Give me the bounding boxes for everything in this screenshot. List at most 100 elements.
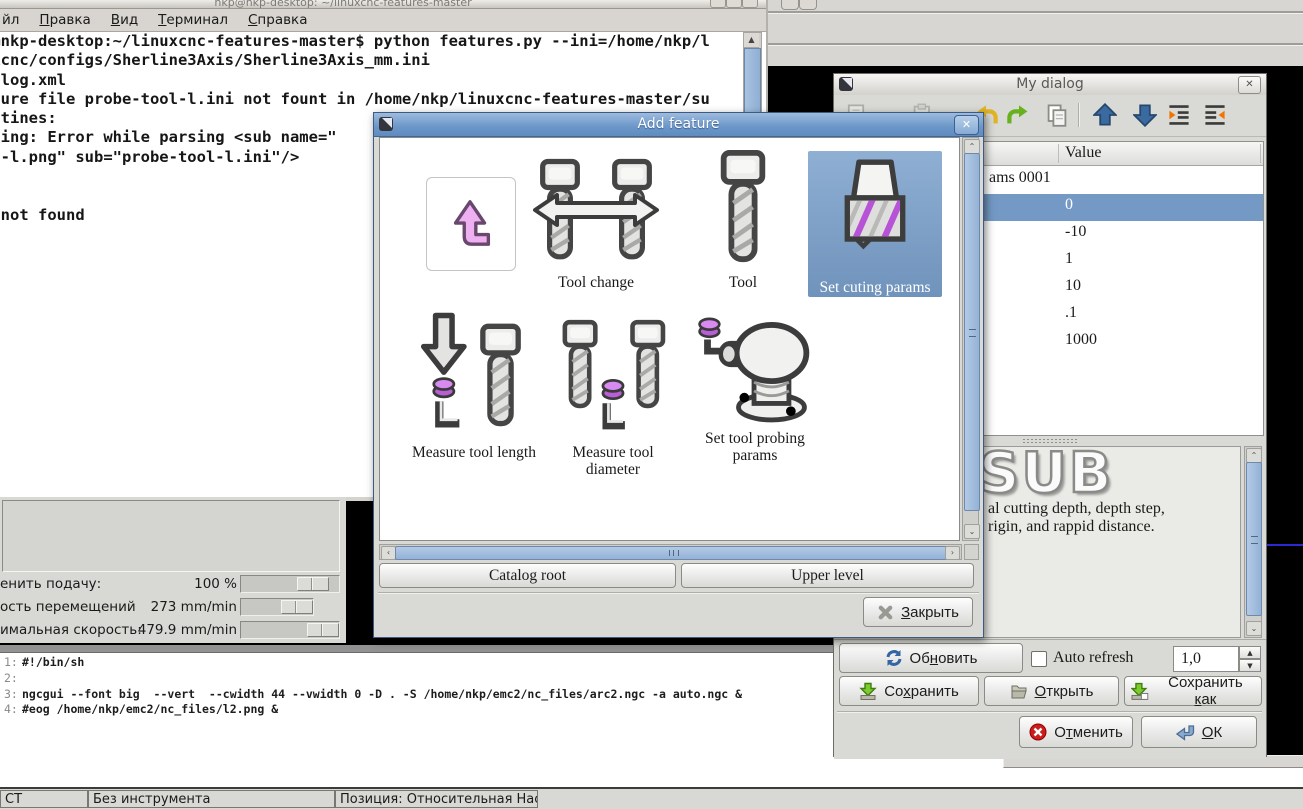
- splitter-grip-icon: [1022, 438, 1078, 443]
- dialog-separator: [378, 592, 979, 594]
- scroll-down-arrow-icon[interactable]: ⌄: [1246, 621, 1262, 636]
- measure-length-icon: [420, 312, 533, 428]
- max-velocity-slider[interactable]: [240, 621, 340, 639]
- catalog-root-button[interactable]: Catalog root: [379, 563, 676, 588]
- scroll-up-arrow-icon[interactable]: ▲: [744, 33, 759, 48]
- scroll-left-arrow-icon[interactable]: ‹: [381, 546, 396, 560]
- status-bar: СТ Без инструмента Позиция: Относительна…: [0, 787, 1303, 809]
- slider-thumb[interactable]: [297, 577, 329, 591]
- window-button[interactable]: [781, 0, 799, 10]
- scrollbar-thumb[interactable]: [395, 546, 948, 560]
- editor-line: 4: #eog /home/nkp/emc2/nc_files/l2.png &: [4, 702, 279, 717]
- ok-button[interactable]: ОК: [1141, 716, 1257, 748]
- feature-item-measure-tool-diameter[interactable]: Measure tool diameter: [548, 310, 678, 478]
- close-button[interactable]: [742, 0, 758, 8]
- editor-line: 1: #!/bin/sh: [4, 655, 85, 669]
- terminal-line: talog.xml: [0, 70, 66, 89]
- status-tool: Без инструмента: [88, 790, 335, 808]
- status-machine-state: СТ: [0, 790, 88, 808]
- feed-override-label: енить подачу:: [0, 576, 102, 592]
- background-window-divider: [765, 43, 1303, 46]
- probe-icon: [698, 317, 810, 423]
- terminal-line: ature file probe-tool-l.ini not fount in…: [0, 89, 710, 108]
- sub-panel-scrollbar[interactable]: ⌃ ⌄: [1244, 446, 1262, 638]
- cnc-control-panel: енить подачу: 100 % ость перемещений 273…: [0, 497, 346, 643]
- auto-refresh-checkbox[interactable]: [1031, 651, 1047, 667]
- feature-icon-view: Tool change Tool Set cuting params Measu…: [379, 137, 960, 541]
- jog-speed-label: ость перемещений: [0, 599, 136, 615]
- slider-thumb[interactable]: [281, 600, 313, 614]
- column-divider[interactable]: [1260, 144, 1261, 163]
- window-button[interactable]: [799, 0, 817, 10]
- feature-item-up-level[interactable]: [426, 177, 516, 271]
- icon-view-vertical-scrollbar[interactable]: ⌃ ⌄: [962, 137, 980, 541]
- slider-thumb[interactable]: [307, 623, 339, 637]
- close-x-icon: [878, 605, 893, 619]
- redo-icon[interactable]: [1007, 103, 1031, 127]
- desktop: nkp@nkp-desktop: ~/linuxcnc-features-mas…: [0, 0, 1303, 809]
- minimize-button[interactable]: [710, 0, 726, 8]
- menu-view[interactable]: Вид: [101, 11, 148, 29]
- refresh-interval-input[interactable]: 1,0: [1173, 646, 1239, 672]
- maximize-button[interactable]: [726, 0, 742, 8]
- move-down-icon[interactable]: [1133, 103, 1157, 127]
- save-button[interactable]: Сохранить: [839, 676, 979, 706]
- open-button[interactable]: Открыть: [984, 676, 1119, 706]
- feed-override-value: 100 %: [194, 576, 237, 592]
- save-as-button[interactable]: Сохранить как: [1124, 674, 1262, 708]
- editor-divider: [0, 645, 833, 653]
- unindent-icon[interactable]: [1203, 103, 1227, 127]
- max-velocity-value: 479.9 mm/min: [137, 622, 237, 638]
- jog-speed-value: 273 mm/min: [150, 599, 237, 615]
- copy-icon[interactable]: [1045, 103, 1069, 127]
- feature-item-set-tool-probing-params[interactable]: Set tool probing params: [680, 314, 830, 464]
- feed-override-slider[interactable]: [240, 575, 340, 593]
- button-separator: [837, 711, 1262, 713]
- my-dialog-titlebar: My dialog ✕: [834, 74, 1266, 96]
- close-icon[interactable]: ✕: [954, 115, 979, 135]
- folder-icon: [1011, 685, 1027, 699]
- cnc-display-panel: [2, 500, 340, 572]
- column-divider[interactable]: [1058, 144, 1059, 163]
- spin-down-icon[interactable]: ▼: [1239, 659, 1261, 672]
- menu-help[interactable]: Справка: [238, 11, 318, 29]
- spin-up-icon[interactable]: ▲: [1239, 646, 1261, 659]
- close-dialog-button[interactable]: Закрыть: [863, 597, 973, 627]
- feature-item-tool-change[interactable]: Tool change: [518, 148, 674, 291]
- terminal-line: p@nkp-desktop:~/linuxcnc-features-master…: [0, 32, 710, 50]
- terminal-title: nkp@nkp-desktop: ~/linuxcnc-features-mas…: [214, 0, 472, 9]
- indent-icon[interactable]: [1167, 103, 1191, 127]
- measure-diameter-icon: [550, 310, 676, 430]
- sub-logo: SUB: [978, 446, 1114, 507]
- scroll-right-arrow-icon[interactable]: ›: [945, 546, 960, 560]
- menu-terminal[interactable]: Терминал: [148, 11, 238, 29]
- auto-refresh-label: Auto refresh: [1053, 649, 1134, 666]
- add-feature-titlebar: Add feature ✕: [374, 113, 983, 137]
- icon-view-horizontal-scrollbar[interactable]: ‹ ›: [379, 544, 962, 560]
- feature-item-set-cutting-params[interactable]: Set cuting params: [808, 151, 942, 297]
- terminal-line: uxcnc/configs/Sherline3Axis/Sherline3Axi…: [0, 51, 430, 70]
- cancel-icon: [1029, 723, 1047, 741]
- scrollbar-thumb[interactable]: [964, 153, 980, 511]
- save-icon: [859, 682, 877, 700]
- resize-grip[interactable]: [964, 544, 979, 560]
- scrollbar-thumb[interactable]: [1246, 462, 1262, 616]
- cancel-button[interactable]: Отменить: [1019, 716, 1133, 748]
- scroll-up-arrow-icon[interactable]: ⌃: [1246, 448, 1262, 463]
- move-up-icon[interactable]: [1093, 103, 1117, 127]
- feature-item-measure-tool-length[interactable]: Measure tool length: [400, 310, 548, 461]
- refresh-button[interactable]: Обновить: [839, 643, 1023, 673]
- scroll-down-arrow-icon[interactable]: ⌄: [964, 524, 980, 539]
- menu-edit[interactable]: Правка: [29, 11, 100, 29]
- close-icon[interactable]: ✕: [1238, 76, 1261, 94]
- feature-item-tool[interactable]: Tool: [688, 144, 798, 291]
- value-column-header[interactable]: Value: [1065, 144, 1101, 162]
- scroll-up-arrow-icon[interactable]: ⌃: [964, 139, 980, 154]
- save-as-icon: [1131, 682, 1149, 700]
- upper-level-button[interactable]: Upper level: [681, 563, 974, 588]
- jog-speed-slider[interactable]: [240, 598, 314, 616]
- tool-icon: [714, 146, 772, 268]
- desktop-area: [1267, 640, 1303, 756]
- menu-file[interactable]: йл: [0, 11, 29, 29]
- cutting-params-icon: [844, 159, 906, 250]
